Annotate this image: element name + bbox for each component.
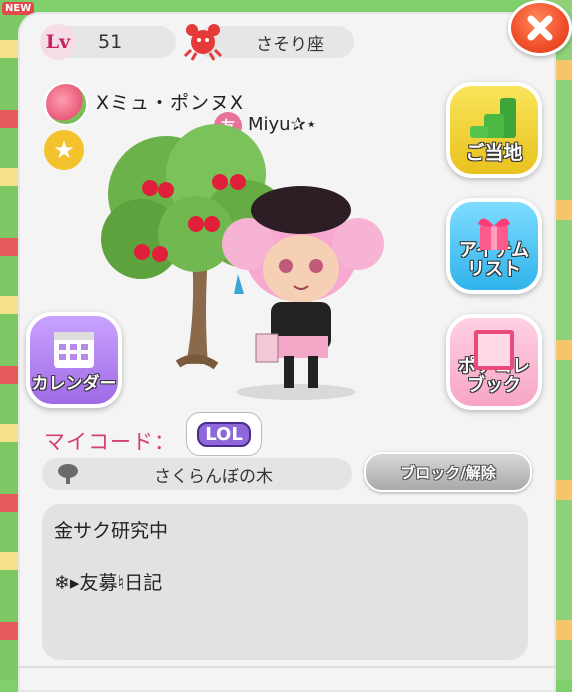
level-pill: Lv 51	[40, 24, 176, 60]
avatar-scene	[101, 124, 384, 400]
close-button[interactable]	[508, 0, 572, 56]
pokecolle-book-button[interactable]: ポケコレ ブック	[446, 314, 542, 410]
calendar-button[interactable]: カレンダー	[26, 312, 122, 408]
gift-icon	[478, 218, 510, 250]
divider	[18, 666, 556, 668]
scorpion-icon	[183, 24, 223, 61]
block-unblock-button[interactable]: ブロック/解除	[364, 452, 532, 492]
star-icon[interactable]: ★	[44, 130, 84, 170]
item-list-button[interactable]: アイテム リスト	[446, 198, 542, 294]
level-value: 51	[98, 31, 123, 53]
calendar-label: カレンダー	[31, 374, 117, 395]
tree-name: さくらんぼの木	[154, 466, 273, 487]
tree-icon	[58, 464, 78, 484]
local-button[interactable]: ご当地	[446, 82, 542, 178]
level-label: Lv	[40, 24, 76, 60]
my-code-bubble[interactable]: LOL	[186, 412, 262, 456]
zodiac-label: さそり座	[256, 34, 324, 55]
local-map-icon	[470, 98, 516, 138]
bio-line-2: ❄▸友募♮日記	[54, 572, 163, 594]
bio-box: 金サク研究中 ❄▸友募♮日記	[42, 504, 528, 660]
melon-avatar-icon[interactable]	[44, 82, 88, 126]
bio-line-1: 金サク研究中	[54, 520, 169, 542]
player-name: Ⅹミュ・ポンヌⅩ	[96, 92, 245, 114]
local-label: ご当地	[465, 142, 523, 165]
tree-pill: さくらんぼの木	[42, 458, 352, 490]
close-icon	[527, 15, 553, 41]
book-icon	[474, 330, 514, 370]
new-badge: NEW	[2, 2, 35, 15]
calendar-icon	[54, 332, 94, 368]
my-code-label: マイコード：	[44, 430, 176, 454]
my-code-badge: LOL	[197, 421, 251, 447]
